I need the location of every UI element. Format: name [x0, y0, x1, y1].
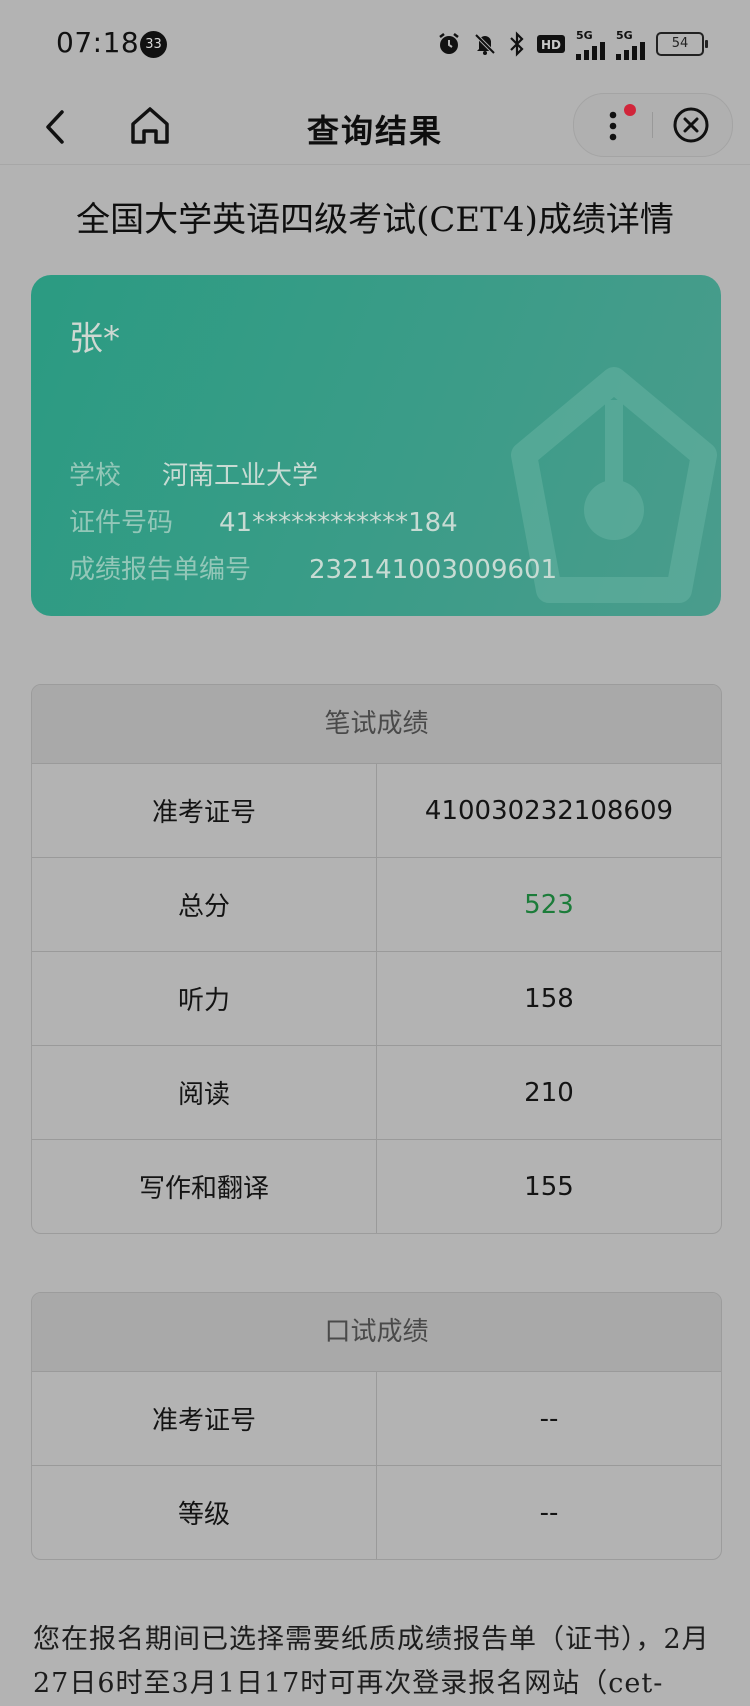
row-value: 158: [524, 983, 574, 1014]
red-dot-badge: [624, 104, 636, 116]
close-button[interactable]: [669, 103, 713, 147]
close-icon: [673, 107, 709, 143]
row-label: 阅读: [32, 1046, 377, 1139]
hd-icon: HD: [536, 33, 566, 55]
table-row: 等级 --: [32, 1466, 721, 1559]
paper-report-note: 您在报名期间已选择需要纸质成绩报告单（证书），2月27日6时至3月1日17时可再…: [33, 1624, 710, 1699]
id-value: 41************184: [219, 508, 458, 538]
alarm-icon: [436, 31, 462, 57]
battery-icon: 54: [656, 32, 708, 56]
notification-count-badge: 33: [140, 31, 167, 58]
row-label: 准考证号: [32, 764, 377, 857]
table-row: 写作和翻译 155: [32, 1140, 721, 1233]
row-value: --: [539, 1497, 559, 1528]
row-value: 155: [524, 1171, 574, 1202]
mute-bell-icon: [472, 31, 498, 57]
report-label: 成绩报告单编号: [69, 555, 252, 585]
row-label: 听力: [32, 952, 377, 1045]
bluetooth-icon: [508, 31, 526, 57]
status-time: 07:18: [56, 26, 140, 59]
row-label: 准考证号: [32, 1372, 377, 1465]
signal-1-icon: 5G: [576, 29, 606, 60]
school-value: 河南工业大学: [162, 461, 319, 491]
oral-table-header: 口试成绩: [32, 1293, 721, 1372]
id-row: 证件号码 41************184: [69, 502, 458, 539]
row-value: 410030232108609: [424, 795, 674, 826]
table-row: 阅读 210: [32, 1046, 721, 1140]
status-bar: 07:18 33 HD 5G 5G 54: [0, 0, 750, 90]
mini-program-capsule: [573, 93, 733, 157]
written-score-table: 笔试成绩 准考证号 410030232108609 总分 523 听力 158 …: [31, 684, 722, 1234]
more-icon: [609, 111, 617, 141]
signal-2-icon: 5G: [616, 29, 646, 60]
row-value: 210: [524, 1077, 574, 1108]
report-value: 232141003009601: [309, 555, 558, 585]
written-table-header: 笔试成绩: [32, 685, 721, 764]
svg-text:HD: HD: [541, 38, 561, 52]
row-label: 总分: [32, 858, 377, 951]
more-button[interactable]: [599, 102, 643, 148]
report-row: 成绩报告单编号 232141003009601: [69, 549, 557, 586]
row-label: 写作和翻译: [32, 1140, 377, 1233]
table-row: 准考证号 410030232108609: [32, 764, 721, 858]
capsule-divider: [652, 112, 653, 138]
school-label: 学校: [69, 461, 122, 491]
table-row: 准考证号 --: [32, 1372, 721, 1466]
nav-bar: 查询结果: [0, 90, 750, 165]
candidate-name: 张*: [69, 319, 120, 359]
table-row: 听力 158: [32, 952, 721, 1046]
status-icons: HD 5G 5G 54: [436, 24, 708, 64]
row-value: --: [539, 1403, 559, 1434]
school-row: 学校 河南工业大学: [69, 455, 318, 492]
candidate-card: 张* 学校 河南工业大学 证件号码 41************184 成绩报告单编…: [31, 275, 721, 616]
oral-score-table: 口试成绩 准考证号 -- 等级 --: [31, 1292, 722, 1560]
exam-heading: 全国大学英语四级考试(CET4)成绩详情: [76, 200, 674, 240]
row-label: 等级: [32, 1466, 377, 1559]
id-label: 证件号码: [69, 508, 174, 538]
table-row: 总分 523: [32, 858, 721, 952]
total-score-value: 523: [524, 889, 574, 920]
